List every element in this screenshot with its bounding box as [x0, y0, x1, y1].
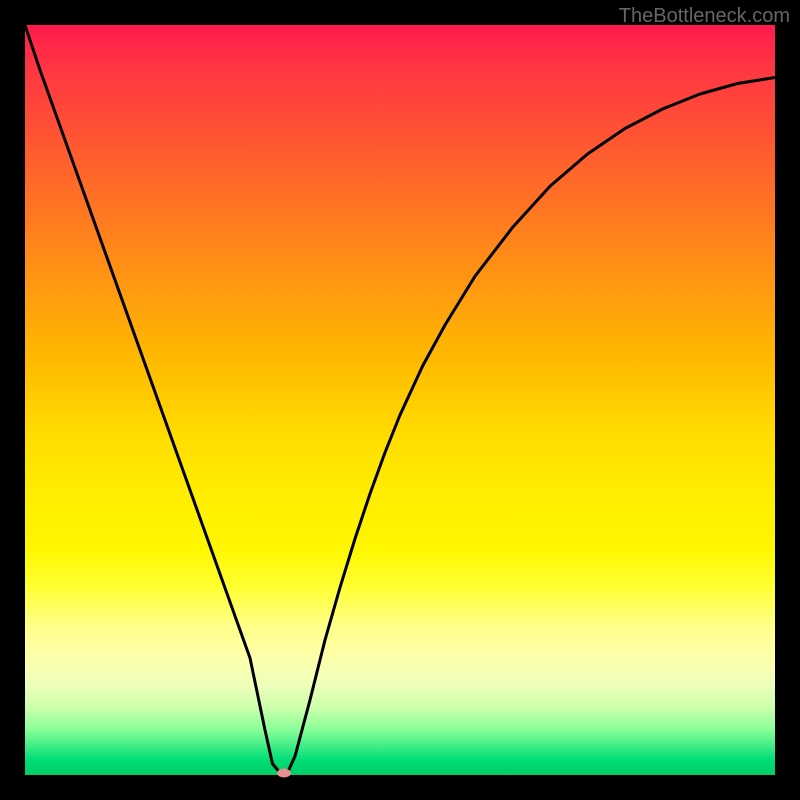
watermark-text: TheBottleneck.com: [619, 5, 790, 28]
chart-curve: [25, 25, 775, 775]
chart-area: [25, 25, 775, 775]
chart-marker: [277, 768, 291, 777]
